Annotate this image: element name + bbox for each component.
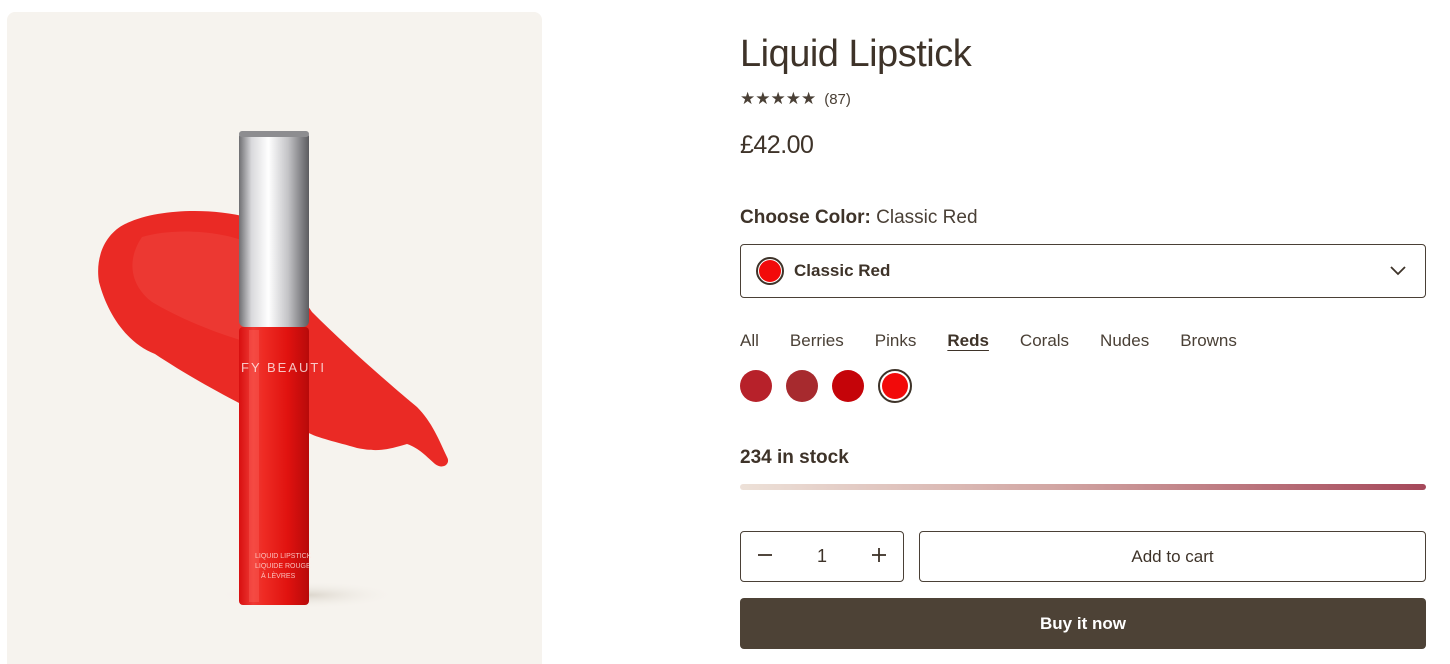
stock-status: 234 in stock: [740, 447, 849, 468]
color-swatch[interactable]: [786, 370, 818, 402]
choose-color-value: Classic Red: [876, 207, 978, 228]
color-swatch[interactable]: [832, 370, 864, 402]
tab-reds[interactable]: Reds: [947, 331, 989, 351]
product-title: Liquid Lipstick: [740, 33, 972, 75]
color-select-dropdown[interactable]: Classic Red: [740, 244, 1426, 298]
tab-all[interactable]: All: [740, 331, 759, 351]
review-count: (87): [824, 90, 851, 108]
selected-color-fill: [759, 260, 781, 282]
tab-nudes[interactable]: Nudes: [1100, 331, 1149, 351]
quantity-stepper: [740, 531, 904, 582]
choose-color-title: Choose Color:: [740, 207, 871, 228]
selected-color-label: Classic Red: [794, 261, 891, 280]
tab-berries[interactable]: Berries: [790, 331, 844, 351]
star-rating-icon: ★★★★★: [740, 89, 817, 108]
plus-icon: [872, 547, 886, 562]
tab-browns[interactable]: Browns: [1180, 331, 1237, 351]
stock-level-bar: [740, 484, 1426, 490]
choose-color-label: Choose Color: Classic Red: [740, 207, 978, 229]
quantity-increase-button[interactable]: [869, 545, 889, 569]
tab-pinks[interactable]: Pinks: [875, 331, 917, 351]
color-family-tabs: All Berries Pinks Reds Corals Nudes Browns: [740, 331, 1268, 351]
buy-it-now-button[interactable]: Buy it now: [740, 598, 1426, 649]
lipstick-illustration: FY BEAUTI LIQUID LIPSTICK LIQUIDE ROUGE …: [98, 131, 449, 609]
product-image: FY BEAUTI LIQUID LIPSTICK LIQUIDE ROUGE …: [7, 12, 542, 664]
lipstick-cap: [239, 131, 309, 327]
tube-label-line-1: LIQUID LIPSTICK: [255, 553, 312, 560]
tab-corals[interactable]: Corals: [1020, 331, 1069, 351]
brand-text: FY BEAUTI: [241, 360, 326, 375]
tube-label-line-2: LIQUIDE ROUGE: [255, 563, 311, 570]
color-swatch-fill: [882, 373, 908, 399]
chevron-down-icon: [1390, 266, 1406, 276]
color-swatch[interactable]: [740, 370, 772, 402]
tube-label-line-3: À LÈVRES: [261, 571, 296, 580]
quantity-decrease-button[interactable]: [755, 545, 775, 569]
product-rating[interactable]: ★★★★★ (87): [740, 89, 851, 109]
quantity-input[interactable]: [802, 546, 842, 567]
minus-icon: [758, 553, 772, 556]
add-to-cart-button[interactable]: Add to cart: [919, 531, 1426, 582]
color-swatch[interactable]: [878, 369, 912, 403]
selected-color-swatch: [756, 257, 784, 285]
color-swatches: [740, 369, 926, 403]
product-price: £42.00: [740, 131, 814, 159]
